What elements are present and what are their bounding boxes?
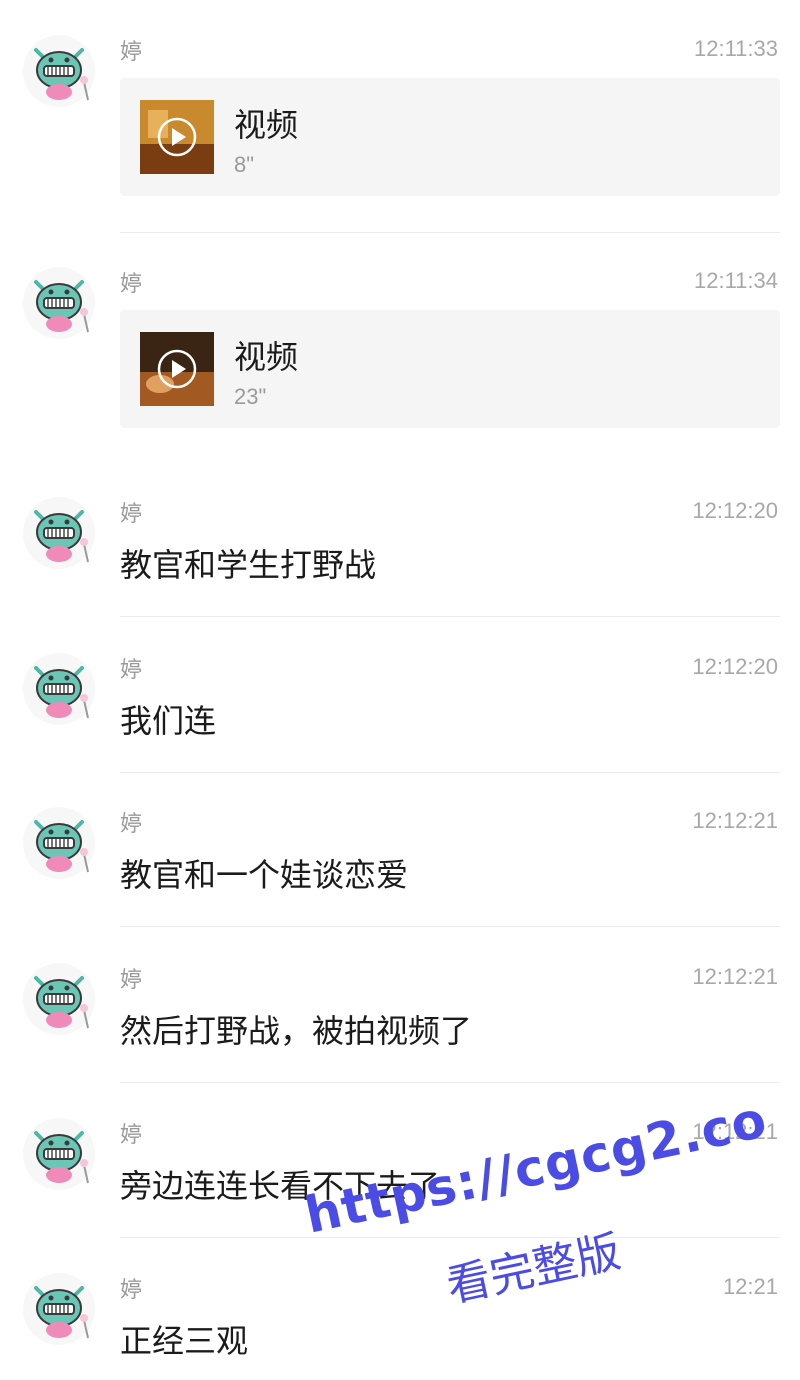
avatar-icon[interactable]: [22, 1272, 96, 1346]
sender-name: 婷: [120, 1123, 143, 1148]
avatar-icon[interactable]: [22, 34, 96, 108]
avatar-icon[interactable]: [22, 266, 96, 340]
avatar-icon[interactable]: [22, 1117, 96, 1191]
avatar-icon[interactable]: [22, 652, 96, 726]
avatar-icon[interactable]: [22, 806, 96, 880]
message-time: 12:11:34: [693, 268, 778, 293]
message-item[interactable]: 婷 12:12:21 然后打野战，被拍视频了: [0, 958, 800, 1088]
sender-name: 婷: [120, 812, 143, 837]
message-time: 12:21: [722, 1274, 778, 1299]
divider: [120, 1237, 780, 1238]
sender-name: 婷: [120, 658, 143, 683]
message-item[interactable]: 婷 12:12:20 我们连: [0, 648, 800, 778]
message-time: 12:12:20: [692, 654, 778, 679]
message-time: 12:11:33: [693, 36, 778, 61]
message-item[interactable]: 婷 12:11:34 视频 23": [0, 262, 800, 470]
sender-name: 婷: [120, 272, 143, 297]
video-card[interactable]: 视频 8": [120, 78, 780, 196]
message-item[interactable]: 婷 12:21 正经三观: [0, 1268, 800, 1378]
avatar-icon[interactable]: [22, 496, 96, 570]
message-text: 教官和一个娃谈恋爱: [120, 856, 409, 894]
video-card[interactable]: 视频 23": [120, 310, 780, 428]
message-item[interactable]: 婷 12:12:21 教官和一个娃谈恋爱: [0, 802, 800, 932]
message-time: 12:12:21: [692, 964, 778, 989]
sender-name: 婷: [120, 1278, 143, 1303]
video-duration: 8": [234, 152, 255, 177]
divider: [120, 1082, 780, 1083]
video-duration: 23": [234, 384, 267, 409]
sender-name: 婷: [120, 40, 143, 65]
message-time: 12:12:21: [692, 808, 778, 833]
video-label: 视频: [234, 338, 299, 376]
sender-name: 婷: [120, 968, 143, 993]
divider: [120, 232, 780, 233]
message-text: 教官和学生打野战: [120, 546, 377, 584]
message-item[interactable]: 婷 12:11:33 视频 8": [0, 30, 800, 240]
avatar-icon[interactable]: [22, 962, 96, 1036]
sender-name: 婷: [120, 502, 143, 527]
message-item[interactable]: 婷 12:12:20 教官和学生打野战: [0, 492, 800, 622]
video-thumbnail[interactable]: [140, 332, 214, 406]
divider: [120, 772, 780, 773]
divider: [120, 616, 780, 617]
video-label: 视频: [234, 106, 299, 144]
message-time: 12:12:20: [692, 498, 778, 523]
video-thumbnail[interactable]: [140, 100, 214, 174]
divider: [120, 926, 780, 927]
message-text: 正经三观: [120, 1322, 249, 1360]
message-text: 我们连: [120, 702, 217, 740]
message-text: 然后打野战，被拍视频了: [120, 1012, 473, 1050]
